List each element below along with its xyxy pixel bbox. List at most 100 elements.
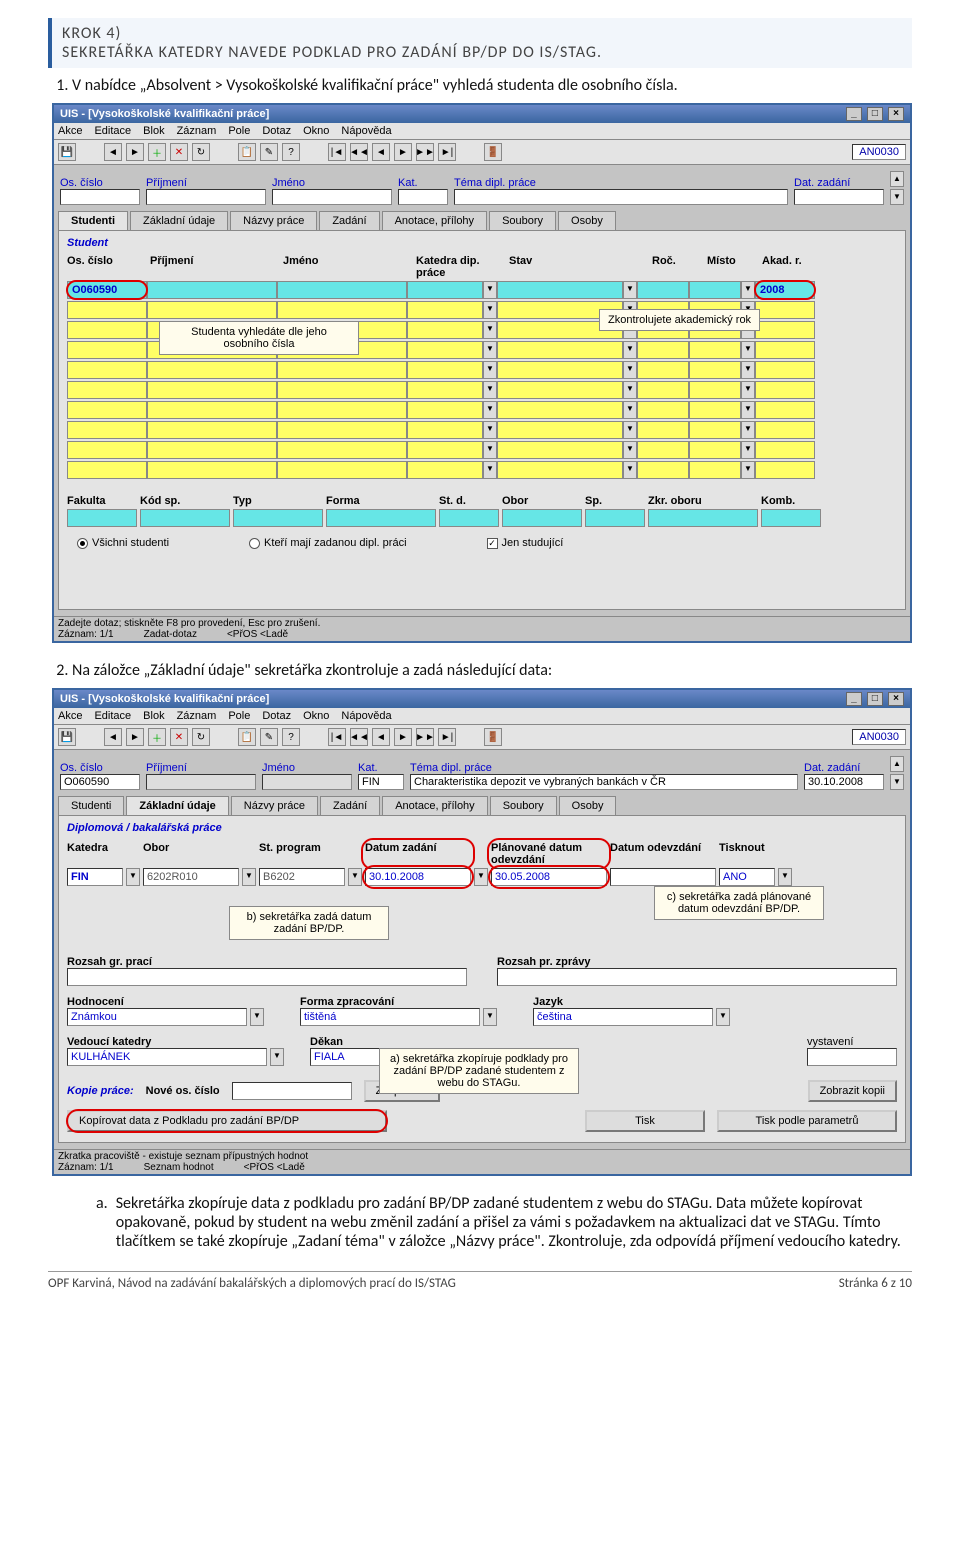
q-input[interactable]: Charakteristika depozit ve vybraných ban…: [410, 774, 798, 790]
chevron-down-icon[interactable]: ▼: [623, 441, 637, 459]
chevron-down-icon[interactable]: ▼: [623, 281, 637, 299]
paste-icon[interactable]: 📋: [238, 143, 256, 161]
table-cell[interactable]: [497, 281, 623, 299]
table-cell[interactable]: [147, 381, 277, 399]
chevron-down-icon[interactable]: ▼: [483, 361, 497, 379]
chevron-down-icon[interactable]: ▼: [716, 1008, 730, 1026]
table-cell[interactable]: [497, 341, 623, 359]
table-cell[interactable]: [407, 281, 483, 299]
first-icon[interactable]: |◄: [328, 143, 346, 161]
menu-item[interactable]: Záznam: [177, 710, 217, 722]
table-cell[interactable]: [67, 381, 147, 399]
menu-item[interactable]: Nápověda: [341, 125, 391, 137]
close-icon[interactable]: ×: [888, 692, 904, 706]
table-cell[interactable]: [67, 461, 147, 479]
table-cell[interactable]: [689, 381, 741, 399]
tisknout-input[interactable]: ANO: [719, 868, 775, 886]
q-input[interactable]: FIN: [358, 774, 404, 790]
radio-all[interactable]: [77, 538, 88, 549]
refresh-icon[interactable]: ↻: [192, 143, 210, 161]
rozsah-gr-input[interactable]: [67, 968, 467, 986]
vystaveni-input[interactable]: [807, 1048, 897, 1066]
chevron-down-icon[interactable]: ▼: [483, 421, 497, 439]
filter-input[interactable]: [326, 509, 436, 527]
hodnoceni-input[interactable]: Známkou: [67, 1008, 247, 1026]
table-cell[interactable]: [147, 301, 277, 319]
obor-input[interactable]: 6202R010: [143, 868, 239, 886]
chevron-down-icon[interactable]: ▼: [483, 341, 497, 359]
table-cell[interactable]: [497, 421, 623, 439]
tab-nazvy[interactable]: Názvy práce: [231, 796, 318, 815]
chevron-down-icon[interactable]: ▼: [483, 401, 497, 419]
katedra-input[interactable]: FIN: [67, 868, 123, 886]
q-input-tema[interactable]: [454, 189, 788, 205]
table-cell[interactable]: [637, 401, 689, 419]
prev-icon[interactable]: ◄: [104, 728, 122, 746]
table-cell[interactable]: [407, 381, 483, 399]
edit-icon[interactable]: ✎: [260, 728, 278, 746]
table-cell[interactable]: [407, 361, 483, 379]
q-input-osc[interactable]: [60, 189, 140, 205]
filter-input[interactable]: [67, 509, 137, 527]
table-cell[interactable]: [277, 401, 407, 419]
filter-input[interactable]: [233, 509, 323, 527]
tisk-button[interactable]: Tisk: [585, 1110, 705, 1132]
chevron-down-icon[interactable]: ▼: [474, 868, 488, 886]
save-icon[interactable]: 💾: [58, 728, 76, 746]
noveos-input[interactable]: [232, 1082, 352, 1100]
chevron-down-icon[interactable]: ▼: [483, 1008, 497, 1026]
table-cell[interactable]: [689, 281, 741, 299]
add-icon[interactable]: ＋: [148, 728, 166, 746]
table-cell[interactable]: [407, 461, 483, 479]
table-cell[interactable]: [277, 381, 407, 399]
chevron-down-icon[interactable]: ▼: [250, 1008, 264, 1026]
chevron-down-icon[interactable]: ▼: [623, 341, 637, 359]
table-cell[interactable]: [689, 401, 741, 419]
filter-input[interactable]: [761, 509, 821, 527]
chevron-down-icon[interactable]: ▼: [483, 281, 497, 299]
table-cell[interactable]: [407, 341, 483, 359]
menu-item[interactable]: Dotaz: [262, 125, 291, 137]
ff-icon[interactable]: ►►: [416, 143, 434, 161]
delete-icon[interactable]: ✕: [170, 728, 188, 746]
table-cell[interactable]: [755, 421, 815, 439]
q-input-kat[interactable]: [398, 189, 448, 205]
filter-input[interactable]: [439, 509, 499, 527]
back-icon[interactable]: ◄: [372, 728, 390, 746]
fwd-icon[interactable]: ►: [394, 143, 412, 161]
chevron-down-icon[interactable]: ▼: [741, 381, 755, 399]
planovane-input[interactable]: 30.05.2008: [491, 868, 607, 886]
tab-studenti[interactable]: Studenti: [58, 796, 124, 815]
table-cell[interactable]: [277, 421, 407, 439]
rew-icon[interactable]: ◄◄: [350, 143, 368, 161]
table-cell[interactable]: [755, 401, 815, 419]
table-cell[interactable]: [67, 341, 147, 359]
next-icon[interactable]: ►: [126, 143, 144, 161]
menu-item[interactable]: Editace: [94, 125, 131, 137]
exit-icon[interactable]: 🚪: [484, 728, 502, 746]
menu-item[interactable]: Pole: [228, 710, 250, 722]
maximize-icon[interactable]: □: [867, 692, 883, 706]
table-cell[interactable]: [277, 301, 407, 319]
table-cell[interactable]: [637, 341, 689, 359]
ff-icon[interactable]: ►►: [416, 728, 434, 746]
table-cell[interactable]: [755, 301, 815, 319]
q-input-prijmeni[interactable]: [146, 189, 266, 205]
chevron-down-icon[interactable]: ▼: [623, 421, 637, 439]
rozsah-pr-input[interactable]: [497, 968, 897, 986]
table-cell[interactable]: [277, 361, 407, 379]
chevron-down-icon[interactable]: ▼: [483, 461, 497, 479]
tab-anotace[interactable]: Anotace, přílohy: [382, 796, 488, 815]
table-cell[interactable]: [67, 421, 147, 439]
tab-osoby[interactable]: Osoby: [559, 796, 617, 815]
table-cell[interactable]: [689, 361, 741, 379]
edit-icon[interactable]: ✎: [260, 143, 278, 161]
table-cell[interactable]: [407, 401, 483, 419]
table-cell[interactable]: [497, 361, 623, 379]
minimize-icon[interactable]: _: [846, 107, 862, 121]
fwd-icon[interactable]: ►: [394, 728, 412, 746]
q-input-hidden[interactable]: [146, 774, 256, 790]
table-cell[interactable]: [147, 441, 277, 459]
q-input-dat[interactable]: [794, 189, 884, 205]
table-cell[interactable]: [407, 441, 483, 459]
